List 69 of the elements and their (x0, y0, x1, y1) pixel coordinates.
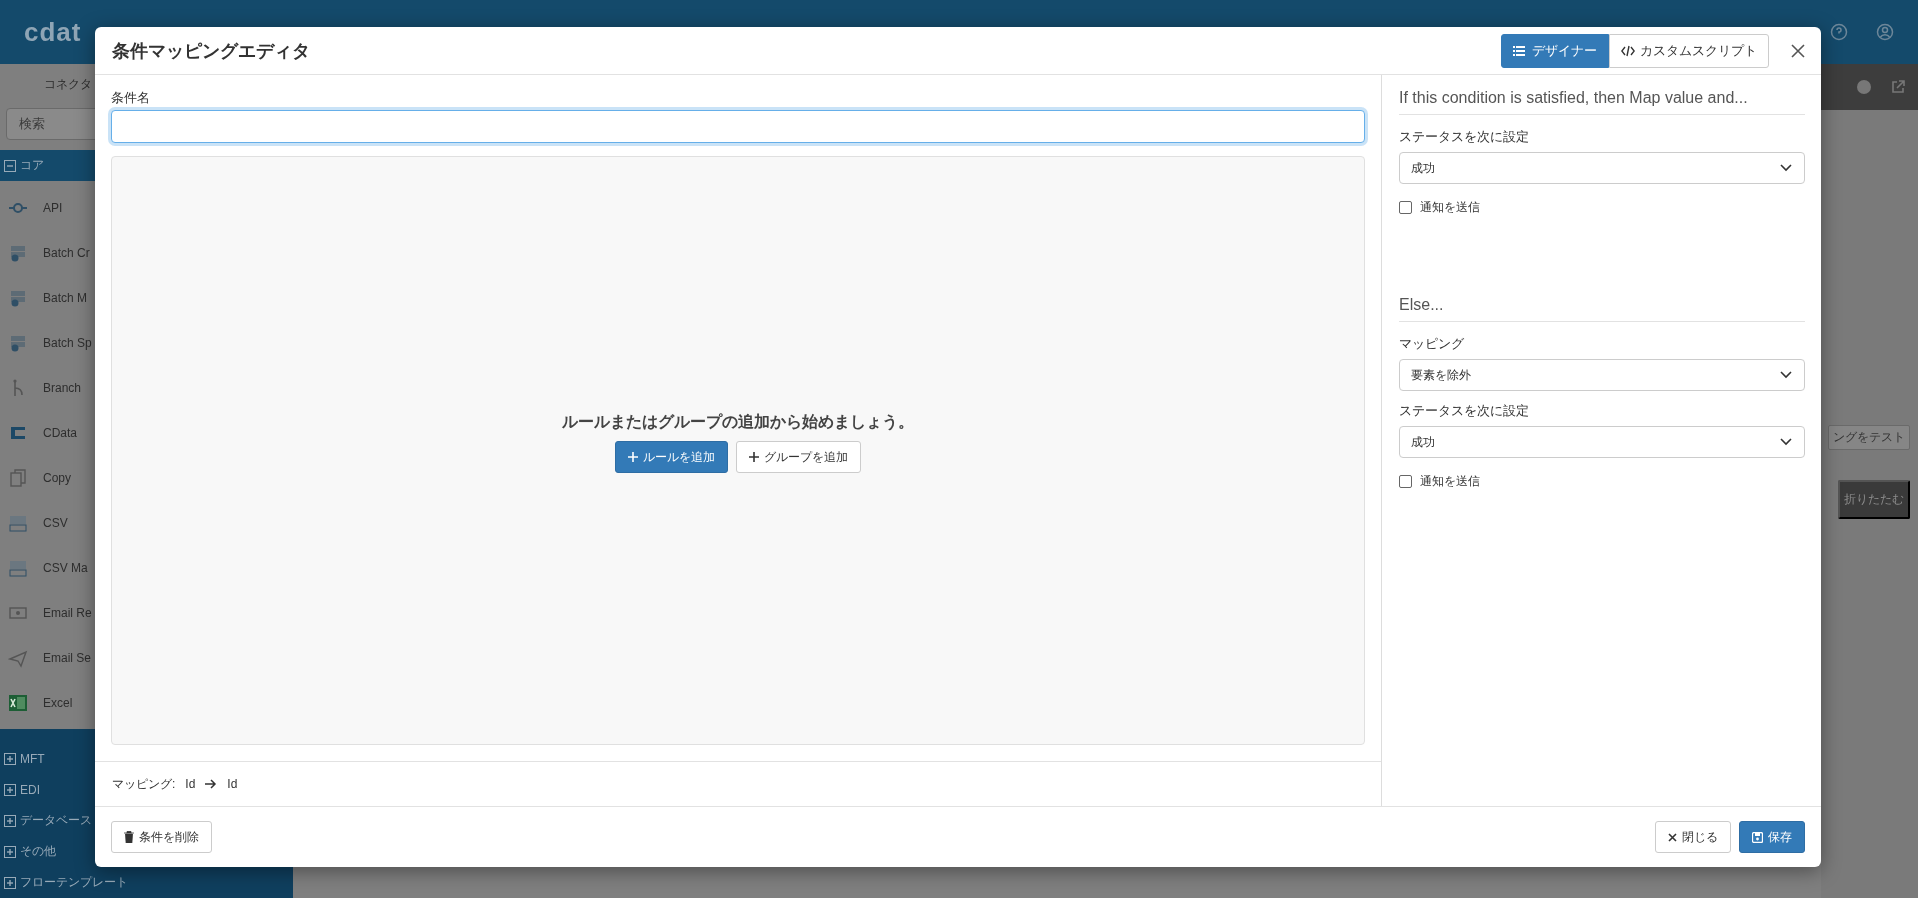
save-button[interactable]: 保存 (1739, 821, 1805, 853)
field-label: ステータスを次に設定 (1399, 402, 1530, 420)
view-tab[interactable]: カスタムスクリプト (1609, 33, 1769, 68)
list-icon (1513, 43, 1527, 58)
connector-item[interactable]: Excel (43, 695, 73, 710)
group-header[interactable]: その他 (20, 843, 56, 860)
connector-item[interactable]: CSV (43, 515, 68, 530)
empty-message: ルールまたはグループの追加から始めましょう。 (562, 412, 914, 433)
group-header[interactable]: データベース (20, 812, 92, 829)
checkbox-label: 通知を送信 (1420, 473, 1480, 490)
user-icon[interactable] (1876, 23, 1894, 41)
collapse-button[interactable]: 折りたたむ (1838, 480, 1910, 519)
group-header[interactable]: フローテンプレート (20, 874, 128, 891)
chevron-icon (1780, 438, 1792, 446)
target-field-name: Id (227, 777, 238, 791)
group-header[interactable]: MFT (20, 751, 45, 766)
expand-icon[interactable] (4, 814, 16, 827)
chevron-icon (1780, 371, 1792, 379)
panel-title: コネクタ (44, 75, 92, 93)
add-button[interactable]: グループを追加 (736, 441, 861, 473)
logo: cdat (24, 16, 82, 48)
spreadsheet-icon (8, 692, 28, 713)
checkbox[interactable] (1399, 475, 1412, 488)
copy-icon (8, 467, 28, 488)
test-button[interactable]: ングをテスト (1828, 425, 1910, 450)
select-field[interactable]: 成功 (1399, 152, 1805, 184)
mapping-label: マッピング: (112, 775, 176, 793)
plus-icon (749, 452, 759, 462)
connector-item[interactable]: CSV Ma (43, 560, 88, 575)
group-header[interactable]: EDI (20, 782, 40, 797)
field-label: マッピング (1399, 335, 1465, 353)
plus-icon (628, 452, 638, 462)
section-heading: If this condition is satisfied, then Map value and... (1399, 89, 1805, 115)
arrow-icon (205, 778, 218, 790)
connector-item[interactable]: Email Se (43, 650, 92, 665)
connector-item[interactable]: API (43, 200, 63, 215)
connector-item[interactable]: CData (43, 425, 77, 440)
trash-icon (124, 831, 134, 843)
select-field[interactable]: 要素を除外 (1399, 359, 1805, 391)
expand-icon[interactable] (4, 783, 16, 796)
close-button[interactable]: 閉じる (1655, 821, 1731, 853)
select-field[interactable]: 成功 (1399, 426, 1805, 458)
view-tab[interactable]: デザイナー (1501, 33, 1609, 68)
connector-item[interactable]: Branch (43, 380, 82, 395)
expand-icon[interactable] (4, 845, 16, 858)
section-heading: Else... (1399, 296, 1805, 322)
connector-item[interactable]: Batch M (43, 290, 87, 305)
field-label: ステータスを次に設定 (1399, 128, 1530, 146)
field-label: 条件名 (111, 89, 151, 107)
group-header[interactable]: コア (20, 157, 44, 174)
connector-item[interactable]: Batch Cr (43, 245, 90, 260)
connector-item[interactable]: Batch Sp (43, 335, 92, 350)
expand-icon[interactable] (4, 876, 16, 889)
close-icon (1668, 832, 1677, 842)
delete-button[interactable]: 条件を削除 (111, 821, 212, 853)
close-icon[interactable] (1791, 43, 1805, 58)
connector-item[interactable]: Copy (43, 470, 71, 485)
connector-item[interactable]: Email Re (43, 605, 92, 620)
code-icon (1621, 43, 1635, 58)
condition-name-field[interactable] (111, 110, 1365, 143)
chevron-icon (1780, 164, 1792, 172)
expand-icon[interactable] (4, 752, 16, 765)
add-button[interactable]: ルールを追加 (615, 441, 728, 473)
checkbox-label: 通知を送信 (1420, 199, 1480, 216)
source-field-name: Id (185, 777, 196, 791)
dialog-title: 条件マッピングエディタ (112, 39, 310, 63)
checkbox[interactable] (1399, 201, 1412, 214)
external-link-icon[interactable] (1890, 79, 1906, 95)
collapse-icon[interactable] (4, 159, 16, 172)
